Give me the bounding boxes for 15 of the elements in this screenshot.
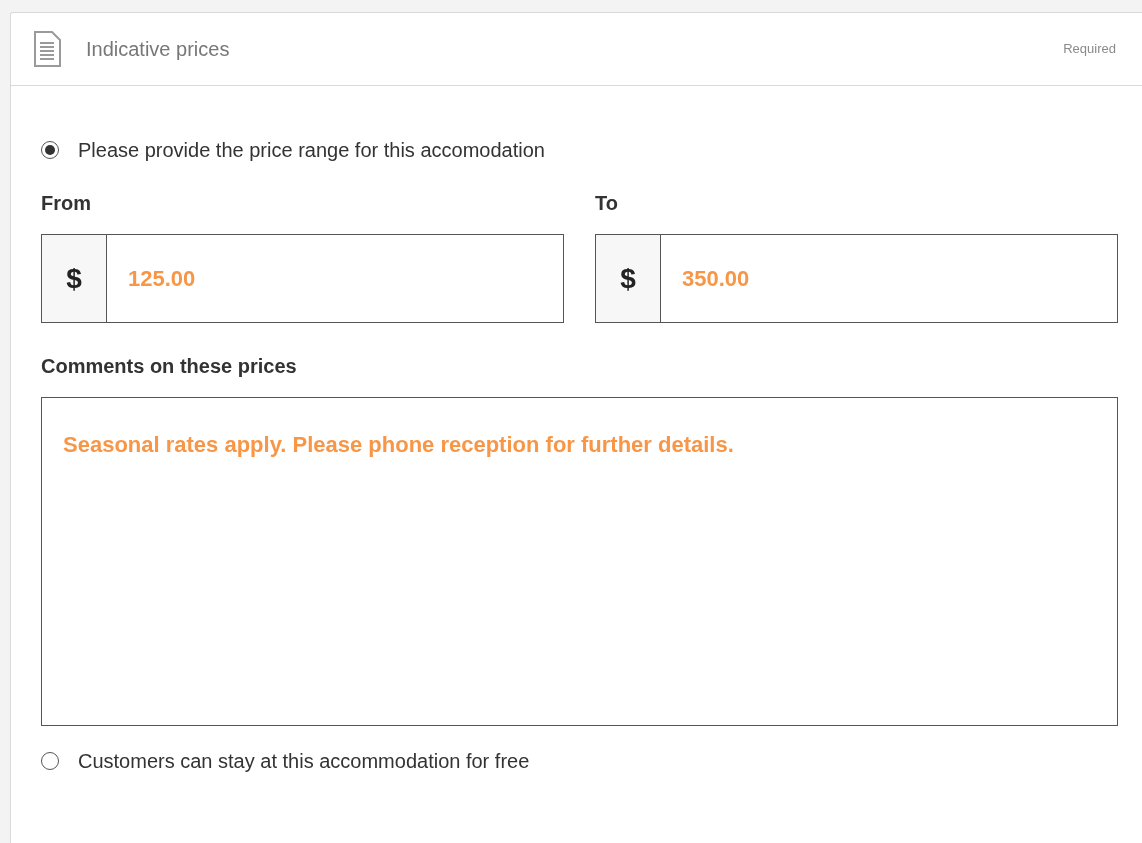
- option-label: Please provide the price range for this accomodation: [78, 138, 545, 163]
- document-icon: [33, 30, 61, 68]
- currency-addon: $: [41, 234, 106, 323]
- comments-field[interactable]: Seasonal rates apply. Please phone reception for further details.: [41, 397, 1118, 726]
- price-field[interactable]: 350.00: [660, 234, 1118, 323]
- radio-button[interactable]: [41, 752, 59, 770]
- radio-button[interactable]: [41, 141, 59, 159]
- required-label: Required: [1063, 40, 1116, 59]
- field-label: To: [595, 191, 618, 215]
- price-field[interactable]: 125.00: [106, 234, 564, 323]
- field-label: Comments on these prices: [41, 354, 297, 378]
- option-label: Customers can stay at this accommodation for free: [78, 749, 530, 774]
- field-label: From: [41, 191, 91, 215]
- section-title: Indicative prices: [86, 37, 230, 62]
- currency-addon: $: [595, 234, 660, 323]
